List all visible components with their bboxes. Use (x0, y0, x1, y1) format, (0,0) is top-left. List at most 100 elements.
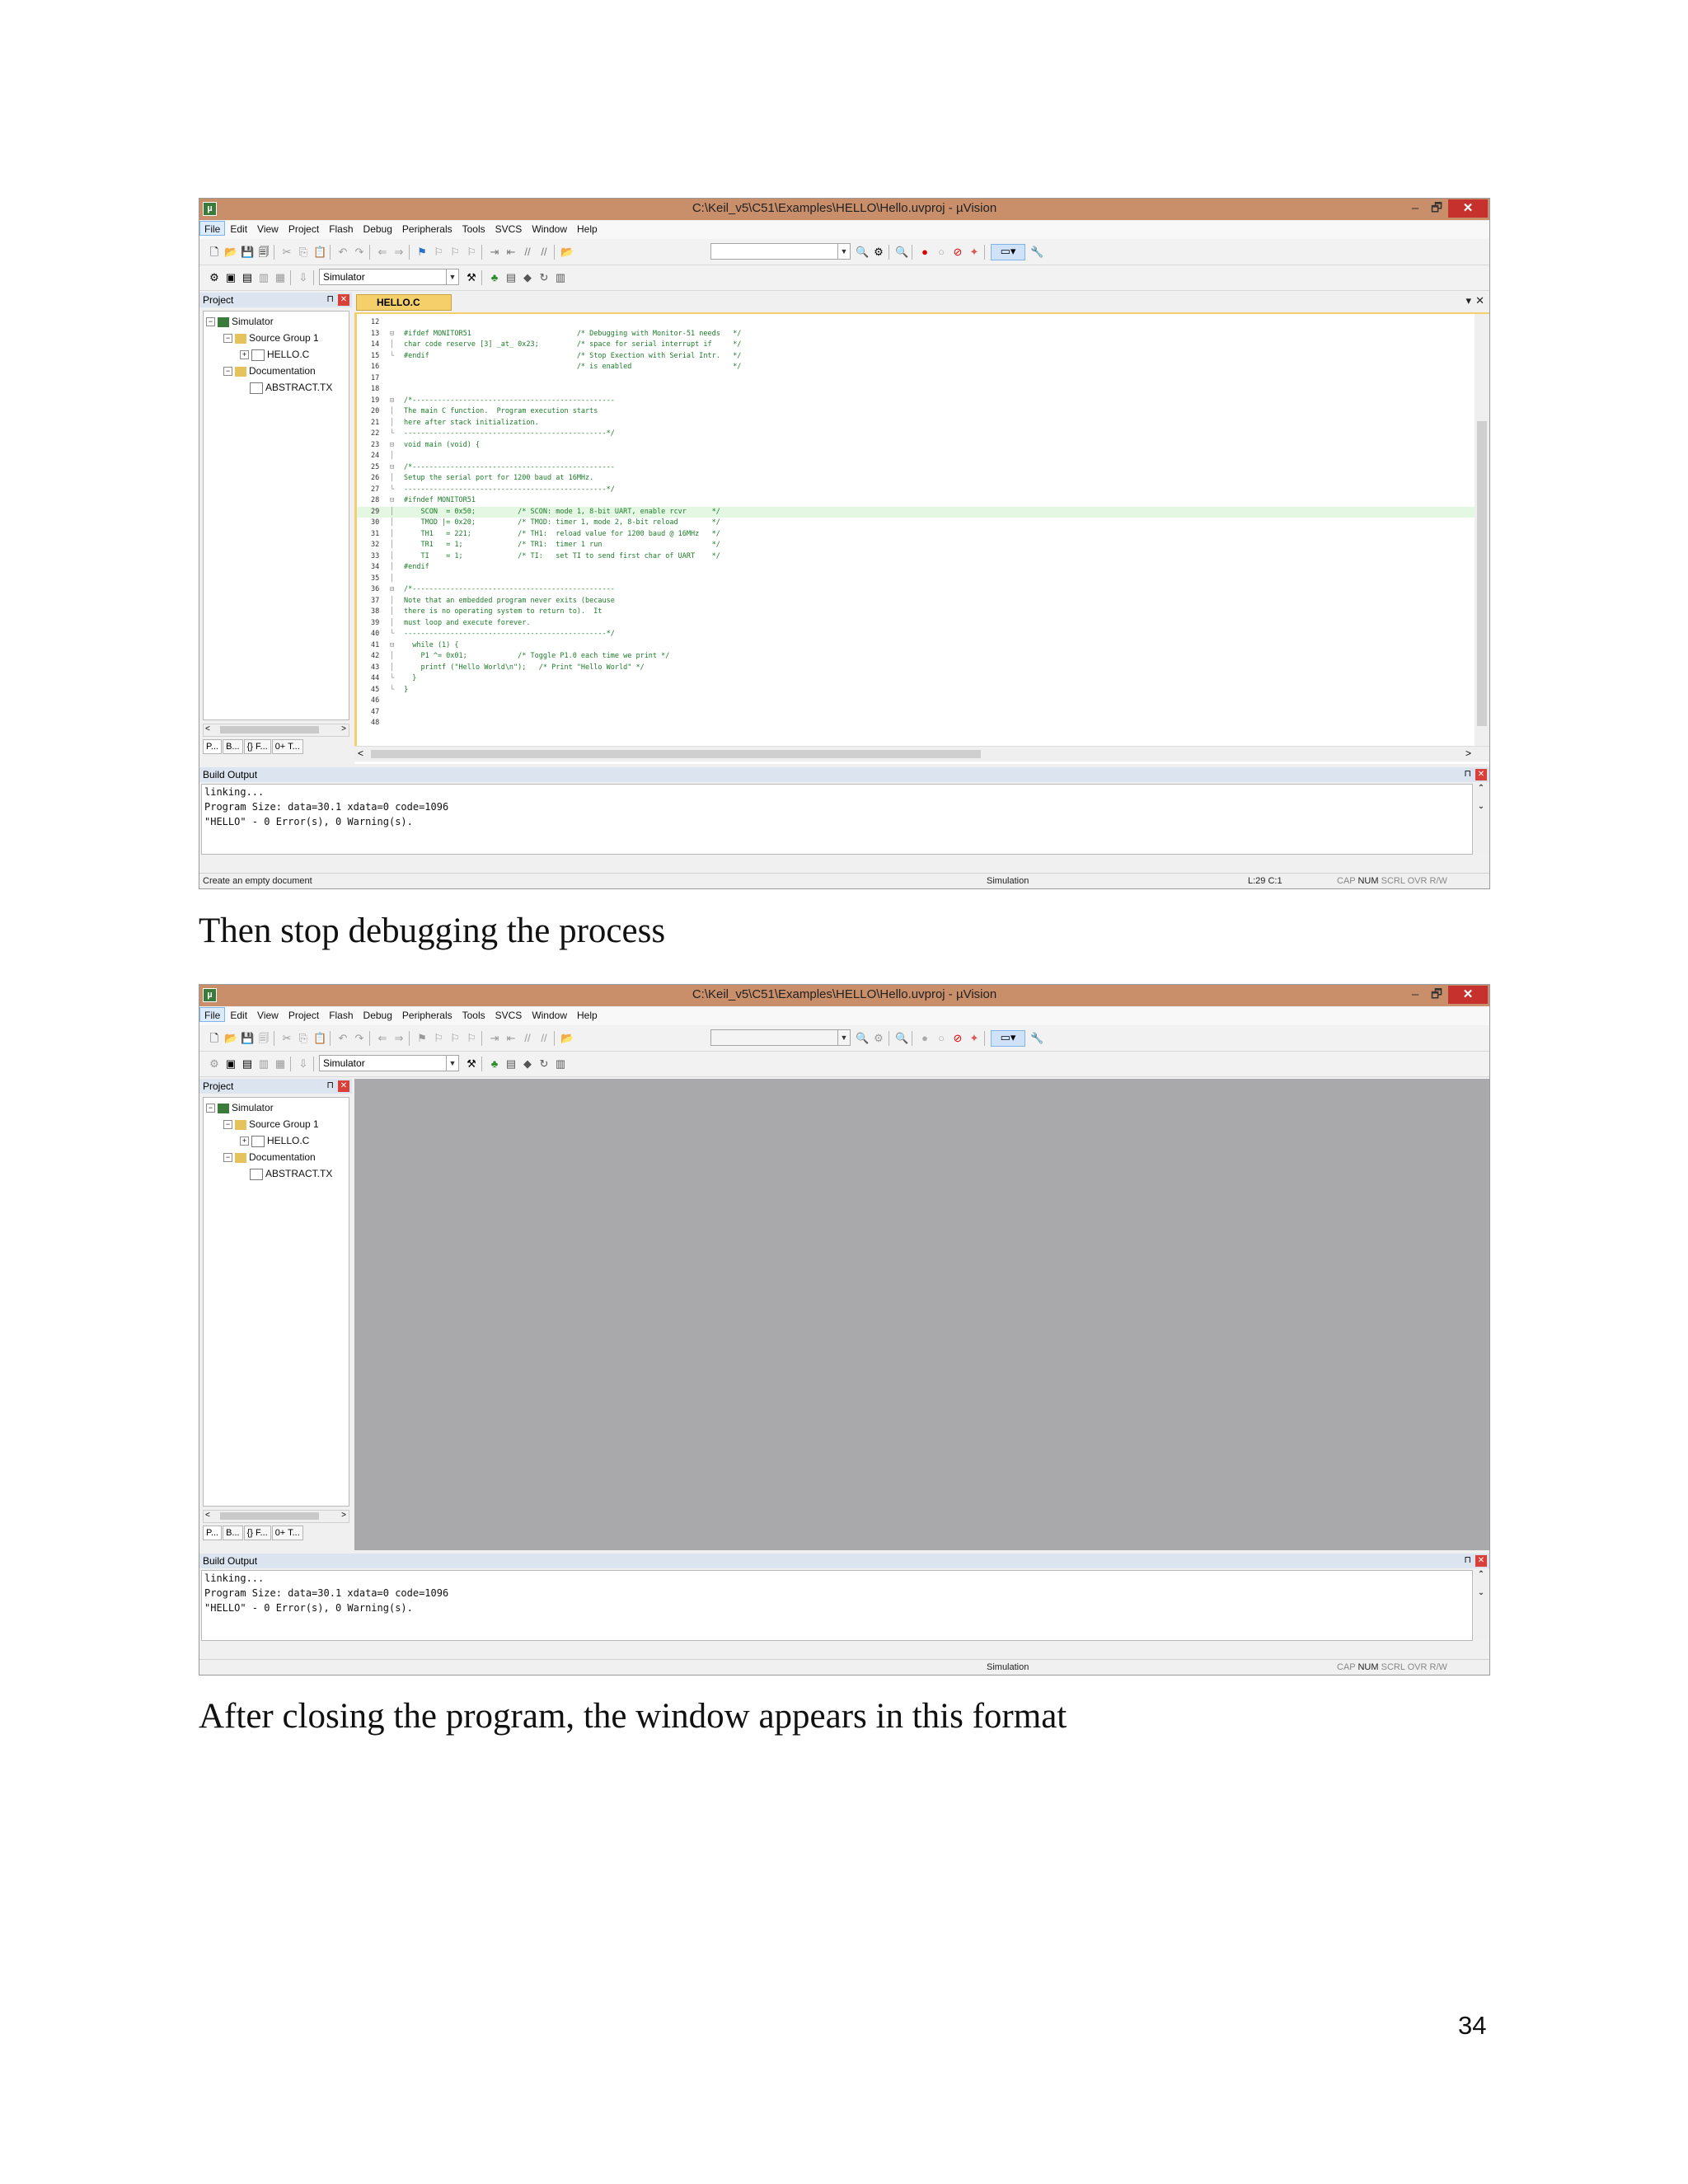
fold-marker[interactable]: │ (390, 607, 398, 618)
find-icon[interactable]: 🔍 (856, 246, 869, 259)
rebuild-icon[interactable]: ▤ (241, 271, 254, 284)
fold-marker[interactable]: └ (390, 485, 398, 496)
indent-icon[interactable]: ⇥ (488, 1032, 501, 1045)
tab-functions[interactable]: {} F... (243, 739, 271, 754)
window-layout-icon[interactable]: ▭▾ (991, 244, 1025, 260)
project-items-icon[interactable]: ▥ (554, 1057, 567, 1071)
menu-help[interactable]: Help (572, 1007, 603, 1021)
fold-marker[interactable]: │ (390, 618, 398, 630)
fold-marker[interactable]: │ (390, 562, 398, 574)
stop-build-icon[interactable]: ▦ (274, 1057, 287, 1071)
menu-svcs[interactable]: SVCS (490, 1007, 528, 1021)
project-hscroll[interactable]: < > (203, 724, 349, 737)
bookmark-icon[interactable]: ⚑ (415, 246, 429, 259)
fold-marker[interactable]: └ (390, 629, 398, 640)
tab-books[interactable]: B... (223, 739, 243, 754)
tree-node-group[interactable]: − Source Group 1 (223, 1118, 319, 1130)
code-line[interactable]: 34 │ #endif (357, 562, 1475, 574)
build-icon[interactable]: ▣ (224, 1057, 237, 1071)
minimize-button[interactable]: – (1405, 986, 1425, 1004)
fold-marker[interactable]: ⊟ (390, 495, 398, 507)
undo-icon[interactable]: ↶ (336, 1032, 349, 1045)
paste-icon[interactable]: 📋 (313, 1032, 326, 1045)
tree-node-group-docs[interactable]: − Documentation (223, 365, 316, 377)
tree-node-file[interactable]: + HELLO.C (240, 1135, 309, 1147)
code-line[interactable]: 35 │ (357, 574, 1475, 585)
code-line[interactable]: 44 └ } (357, 673, 1475, 685)
nav-back-icon[interactable]: ⇐ (376, 1032, 389, 1045)
fold-marker[interactable]: ⊟ (390, 462, 398, 474)
menu-debug[interactable]: Debug (359, 1007, 397, 1021)
tab-templates[interactable]: 0+ T... (271, 739, 303, 754)
code-line[interactable]: 39 │ must loop and execute forever. (357, 618, 1475, 630)
code-line[interactable]: 45 └} (357, 685, 1475, 696)
new-file-icon[interactable]: 🗋 (208, 1032, 221, 1045)
new-file-icon[interactable]: 🗋 (208, 246, 221, 259)
code-line[interactable]: 13 ⊟ #ifdef MONITOR51 /* Debugging with Mo… (357, 329, 1475, 340)
code-line[interactable]: 16 /* is enabled */ (357, 362, 1475, 373)
breakpoint-disable-icon[interactable]: ○ (935, 246, 948, 259)
minimize-button[interactable]: – (1405, 199, 1425, 218)
stop-build-icon[interactable]: ▦ (274, 271, 287, 284)
tree-node-group-docs[interactable]: − Documentation (223, 1151, 316, 1163)
copy-icon[interactable]: ⎘ (297, 246, 310, 259)
pin-icon[interactable]: ⊓ (326, 293, 334, 304)
bookmark-next-icon[interactable]: ⚐ (448, 1032, 462, 1045)
manage-components-icon[interactable]: ♣ (488, 1057, 501, 1071)
unindent-icon[interactable]: ⇤ (504, 246, 518, 259)
build-output-vscroll[interactable]: ⌃ ⌄ (1475, 1570, 1488, 1639)
code-line[interactable]: 20 │ The main C function. Program executio… (357, 406, 1475, 418)
download-icon[interactable]: ⇩ (297, 271, 310, 284)
restore-button[interactable]: 🗗 (1427, 199, 1447, 218)
project-items-icon[interactable]: ▥ (554, 271, 567, 284)
fold-marker[interactable]: └ (390, 429, 398, 440)
pack-installer-icon[interactable]: ↻ (537, 271, 551, 284)
code-line[interactable]: 15 └ #endif /* Stop Exection with Serial I… (357, 351, 1475, 363)
select-packs-icon[interactable]: ▤ (504, 1057, 518, 1071)
tab-templates[interactable]: 0+ T... (271, 1526, 303, 1540)
fold-marker[interactable]: │ (390, 518, 398, 529)
menu-peripherals[interactable]: Peripherals (397, 221, 457, 235)
pane-close-icon[interactable]: ✕ (338, 294, 349, 306)
code-line[interactable]: 30 │ TMOD |= 0x20; /* TMOD: timer 1, mode… (357, 518, 1475, 529)
find-combo[interactable]: ▼ (710, 243, 851, 260)
pane-close-icon[interactable]: ✕ (1475, 769, 1487, 780)
tree-node-group[interactable]: − Source Group 1 (223, 332, 319, 344)
pane-close-icon[interactable]: ✕ (338, 1080, 349, 1092)
menu-debug[interactable]: Debug (359, 221, 397, 235)
code-line[interactable]: 36 ⊟ /*-----------------------------------… (357, 584, 1475, 596)
fold-marker[interactable]: ⊟ (390, 440, 398, 452)
fold-marker[interactable]: └ (390, 685, 398, 696)
breakpoints-disable-all-icon[interactable]: ⊘ (951, 1032, 964, 1045)
restore-button[interactable]: 🗗 (1427, 986, 1447, 1004)
nav-back-icon[interactable]: ⇐ (376, 246, 389, 259)
menu-flash[interactable]: Flash (324, 1007, 358, 1021)
code-line[interactable]: 32 │ TR1 = 1; /* TR1: timer 1 run */ (357, 540, 1475, 551)
unindent-icon[interactable]: ⇤ (504, 1032, 518, 1045)
code-line[interactable]: 23 ⊟ void main (void) { (357, 440, 1475, 452)
nav-forward-icon[interactable]: ⇒ (392, 1032, 406, 1045)
code-line[interactable]: 31 │ TH1 = 221; /* TH1: reload value for … (357, 529, 1475, 541)
pin-icon[interactable]: ⊓ (1464, 1554, 1471, 1565)
code-line[interactable]: 27 └ -------------------------------------… (357, 485, 1475, 496)
fold-marker[interactable]: │ (390, 529, 398, 541)
breakpoint-disable-icon[interactable]: ○ (935, 1032, 948, 1045)
project-hscroll[interactable]: < > (203, 1510, 349, 1523)
close-button[interactable]: ✕ (1448, 986, 1488, 1004)
uncomment-icon[interactable]: // (537, 1032, 551, 1045)
cut-icon[interactable]: ✂ (280, 1032, 293, 1045)
menu-view[interactable]: View (252, 1007, 284, 1021)
nav-forward-icon[interactable]: ⇒ (392, 246, 406, 259)
indent-icon[interactable]: ⇥ (488, 246, 501, 259)
debug-session-icon[interactable]: 🔍 (895, 1032, 908, 1045)
menu-flash[interactable]: Flash (324, 221, 358, 235)
breakpoint-icon[interactable]: ● (918, 1032, 931, 1045)
select-packs-icon[interactable]: ▤ (504, 271, 518, 284)
code-line[interactable]: 28 ⊟ #ifndef MONITOR51 (357, 495, 1475, 507)
save-icon[interactable]: 💾 (241, 1032, 254, 1045)
fold-marker[interactable]: │ (390, 551, 398, 563)
target-options-icon[interactable]: ⚒ (465, 271, 478, 284)
fold-marker[interactable]: │ (390, 451, 398, 462)
download-icon[interactable]: ⇩ (297, 1057, 310, 1071)
paste-icon[interactable]: 📋 (313, 246, 326, 259)
